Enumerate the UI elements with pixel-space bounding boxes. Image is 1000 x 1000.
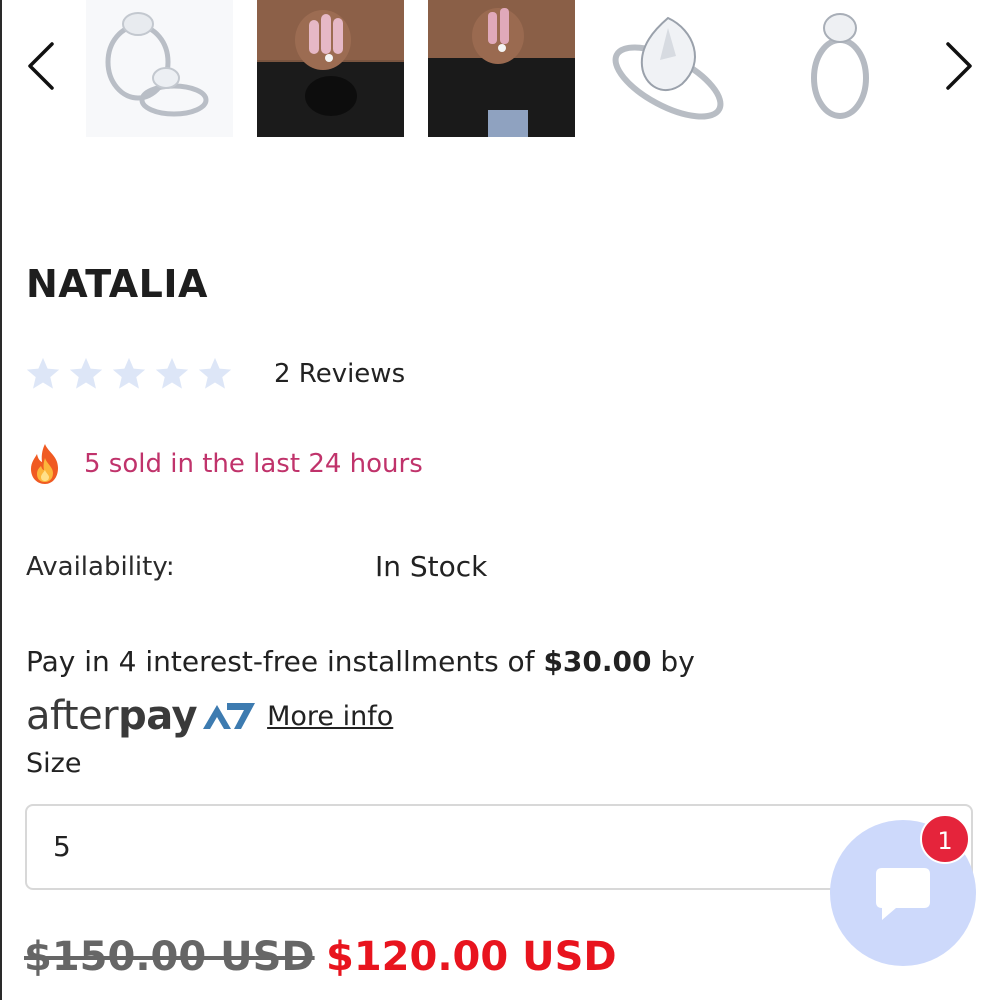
star-icon [155,357,189,389]
chat-unread-badge: 1 [920,814,970,864]
afterpay-logo: after pay [26,693,257,739]
star-icon [198,357,232,389]
star-icon [69,357,103,389]
sold-text: 5 sold in the last 24 hours [84,449,423,479]
product-page: NATALIA 2 Reviews 5 sold in the last 24 … [0,0,1000,1000]
more-info-link[interactable]: More info [267,701,393,732]
fire-icon [31,444,58,484]
afterpay-row: after pay More info [26,688,393,744]
afterpay-arrows-icon [203,703,256,729]
sold-counter: 5 sold in the last 24 hours [24,440,423,488]
window-edge [0,0,2,1000]
chevron-right-icon [946,42,972,90]
rating-row: 2 Reviews [24,352,405,396]
rating-stars[interactable] [24,355,234,393]
installment-amount: $30.00 [543,645,652,678]
thumbnail-pear-ring[interactable] [598,0,745,137]
product-title: NATALIA [26,262,208,306]
installments-text: Pay in 4 interest-free installments of $… [26,645,695,678]
star-icon [112,357,146,389]
thumbnail-oval-ring[interactable] [768,0,915,137]
reviews-link[interactable]: 2 Reviews [274,359,405,389]
size-selected-value: 5 [53,830,71,863]
sale-price: $120.00 USD [326,934,617,980]
chat-bubble-icon [876,868,930,920]
thumbnail-model-hand-alt[interactable] [428,0,575,137]
carousel-prev-button[interactable] [22,36,62,96]
original-price: $150.00 USD [24,934,315,980]
installments-suffix: by [651,645,695,678]
chevron-left-icon [28,42,54,90]
availability-label: Availability: [26,552,175,582]
thumbnail-model-hand[interactable] [257,0,404,137]
availability-value: In Stock [375,550,488,583]
size-label: Size [26,748,82,779]
installments-prefix: Pay in 4 interest-free installments of [26,645,544,678]
thumbnail-ring-pair[interactable] [86,0,233,137]
carousel-next-button[interactable] [938,36,978,96]
star-icon [26,357,60,389]
